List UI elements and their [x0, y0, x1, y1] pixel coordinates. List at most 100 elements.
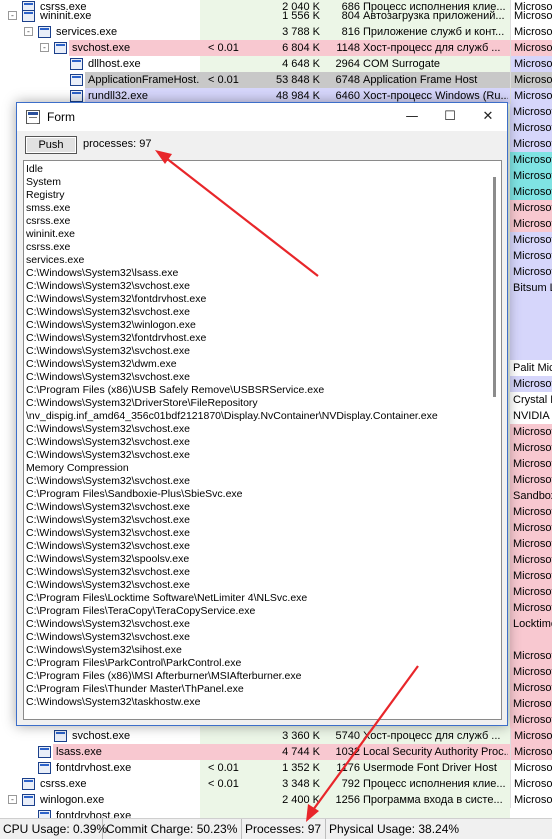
company-cell [510, 312, 552, 328]
process-row[interactable]: dllhost.exe 4 648 K 2964 COM Surrogate Micro… [0, 56, 552, 72]
process-list-item[interactable]: C:\Windows\System32\svchost.exe [26, 436, 486, 449]
process-list-item[interactable]: C:\Windows\System32\svchost.exe [26, 540, 486, 553]
process-icon [70, 90, 83, 102]
company-cell: Microsof [510, 104, 552, 120]
collapse-toggle-icon[interactable]: - [8, 11, 17, 20]
process-listbox[interactable]: Idle System Registry smss.exe csrss.exe winin… [23, 160, 502, 720]
push-button[interactable]: Push [25, 136, 77, 154]
form-titlebar[interactable]: Form — ☐ ✕ [17, 103, 507, 131]
company-cell: Microsof [510, 136, 552, 152]
company-cell: NVIDIA [513, 410, 550, 422]
process-list-item[interactable]: C:\Windows\System32\winlogon.exe [26, 319, 486, 332]
process-icon [38, 746, 51, 758]
company-cell: Microsof [510, 24, 552, 40]
company-cell: Microsof [510, 72, 552, 88]
process-list-item[interactable]: C:\Windows\System32\svchost.exe [26, 475, 486, 488]
description-cell: Хост-процесс для служб ... [363, 730, 501, 742]
company-cell: Microsof [510, 8, 552, 24]
process-list-item[interactable]: C:\Windows\System32\svchost.exe [26, 423, 486, 436]
process-list-item[interactable]: C:\Windows\System32\taskhostw.exe [26, 696, 486, 709]
process-list-item[interactable]: C:\Windows\System32\svchost.exe [26, 631, 486, 644]
pid-cell: 1032 [335, 746, 360, 758]
process-list-item[interactable]: C:\Windows\System32\svchost.exe [26, 566, 486, 579]
process-list-item[interactable]: csrss.exe [26, 241, 486, 254]
process-list-item[interactable]: C:\Windows\System32\fontdrvhost.exe [26, 332, 486, 345]
process-name: wininit.exe [40, 10, 92, 22]
company-cell: Microsof [510, 504, 552, 520]
process-row[interactable]: csrss.exe < 0.01 3 348 K 792 Процесс исполне… [0, 776, 552, 792]
process-list-item[interactable]: C:\Windows\System32\sihost.exe [26, 644, 486, 657]
process-list-item[interactable]: csrss.exe [26, 215, 486, 228]
process-row[interactable]: ApplicationFrameHost... < 0.01 53 848 K 674… [0, 72, 552, 88]
process-row[interactable]: - services.exe 3 788 K 816 Приложение служб … [0, 24, 552, 40]
process-list-item[interactable]: C:\Windows\System32\svchost.exe [26, 280, 486, 293]
process-list-item[interactable]: C:\Windows\System32\svchost.exe [26, 514, 486, 527]
company-cell: Microsof [510, 472, 552, 488]
process-row[interactable]: svchost.exe 3 360 K 5740 Хост-процесс для с… [0, 728, 552, 744]
process-list-item[interactable]: C:\Program Files (x86)\MSI Afterburner\M… [26, 670, 486, 683]
process-list-item[interactable]: C:\Windows\System32\svchost.exe [26, 371, 486, 384]
process-list-item[interactable]: C:\Program Files\Sandboxie-Plus\SbieSvc.… [26, 488, 486, 501]
process-list-item[interactable]: smss.exe [26, 202, 486, 215]
process-list-item[interactable]: services.exe [26, 254, 486, 267]
process-row[interactable]: - wininit.exe 1 556 K 804 Автозагрузка прило… [0, 8, 552, 24]
process-list-item[interactable]: C:\Windows\System32\svchost.exe [26, 345, 486, 358]
process-row[interactable]: - svchost.exe < 0.01 6 804 K 1148 Хост-процес… [0, 40, 552, 56]
collapse-toggle-icon[interactable]: - [8, 795, 17, 804]
company-cell: Microsof [510, 584, 552, 600]
company-cell: Microsof [510, 88, 552, 104]
private-bytes-cell: 4 648 K [282, 58, 320, 70]
process-list-item[interactable]: C:\Windows\System32\spoolsv.exe [26, 553, 486, 566]
process-list-item[interactable]: C:\Program Files\Locktime Software\NetLi… [26, 592, 486, 605]
scrollbar-thumb[interactable] [493, 177, 496, 397]
process-name-cell: - services.exe [0, 24, 200, 40]
process-list-item[interactable]: Memory Compression [26, 462, 486, 475]
process-icon [38, 26, 51, 38]
collapse-toggle-icon[interactable]: - [24, 27, 33, 36]
private-bytes-cell: 3 788 K [282, 26, 320, 38]
process-list-item[interactable]: C:\Windows\System32\svchost.exe [26, 501, 486, 514]
process-list-item[interactable]: C:\Program Files\ParkControl\ParkControl… [26, 657, 486, 670]
private-bytes-cell: 6 804 K [282, 42, 320, 54]
process-list-item[interactable]: \nv_dispig.inf_amd64_356c01bdf2121870\Di… [26, 410, 486, 423]
process-list-item[interactable]: C:\Windows\System32\svchost.exe [26, 579, 486, 592]
process-list-item[interactable]: C:\Windows\System32\svchost.exe [26, 618, 486, 631]
process-list-item[interactable]: C:\Program Files (x86)\USB Safely Remove… [26, 384, 486, 397]
company-cell [510, 344, 552, 360]
process-list-item[interactable]: C:\Program Files\TeraCopy\TeraCopyServic… [26, 605, 486, 618]
process-list-item[interactable]: C:\Windows\System32\svchost.exe [26, 527, 486, 540]
company-cell: Microsof [510, 776, 552, 792]
process-name: fontdrvhost.exe [56, 810, 132, 818]
process-list-item[interactable]: wininit.exe [26, 228, 486, 241]
process-name: ApplicationFrameHost... [85, 72, 205, 88]
process-name: dllhost.exe [88, 58, 141, 70]
process-row[interactable]: fontdrvhost.exe [0, 808, 552, 818]
pid-cell: 5740 [335, 730, 360, 742]
process-list-item[interactable]: C:\Windows\System32\svchost.exe [26, 306, 486, 319]
process-row[interactable]: fontdrvhost.exe < 0.01 1 352 K 1176 Usermode… [0, 760, 552, 776]
process-list-item[interactable]: C:\Windows\System32\lsass.exe [26, 267, 486, 280]
listbox-vertical-scrollbar[interactable] [488, 161, 501, 719]
process-list-item[interactable]: System [26, 176, 486, 189]
processes-status: Processes: 97 [242, 819, 326, 839]
process-list-item[interactable]: C:\Windows\System32\dwm.exe [26, 358, 486, 371]
process-list-item[interactable]: C:\Windows\System32\DriverStore\FileRepo… [26, 397, 486, 410]
close-button[interactable]: ✕ [469, 103, 507, 131]
process-row[interactable]: - winlogon.exe 2 400 K 1256 Программа входа … [0, 792, 552, 808]
process-list-item[interactable]: C:\Windows\System32\svchost.exe [26, 449, 486, 462]
process-count-label: processes: 97 [83, 138, 152, 150]
process-icon [54, 730, 67, 742]
maximize-button[interactable]: ☐ [431, 103, 469, 131]
process-list-item[interactable]: Registry [26, 189, 486, 202]
process-icon [22, 10, 35, 22]
process-list-item[interactable]: C:\Program Files\Thunder Master\ThPanel.… [26, 683, 486, 696]
collapse-toggle-icon[interactable]: - [40, 43, 49, 52]
process-list-item[interactable]: C:\Windows\System32\fontdrvhost.exe [26, 293, 486, 306]
company-cell [510, 632, 552, 648]
company-cell: Microsof [510, 600, 552, 616]
process-list-item[interactable]: Idle [26, 163, 486, 176]
process-icon [22, 778, 35, 790]
company-cell: Microsof [510, 744, 552, 760]
minimize-button[interactable]: — [393, 103, 431, 131]
process-row[interactable]: lsass.exe 4 744 K 1032 Local Security Autho… [0, 744, 552, 760]
